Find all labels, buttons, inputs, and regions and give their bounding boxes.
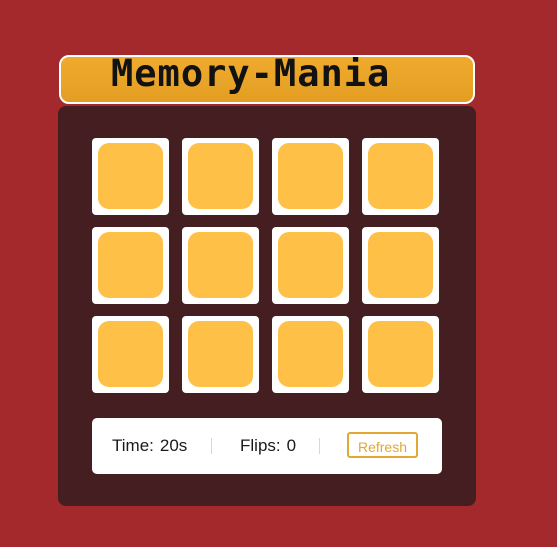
card-grid xyxy=(92,138,439,393)
card-back xyxy=(98,143,163,209)
flips-label: Flips: xyxy=(240,436,281,455)
card-back xyxy=(98,232,163,298)
title-banner: Memory-Mania xyxy=(59,55,475,104)
memory-card[interactable] xyxy=(182,316,259,393)
card-back xyxy=(188,143,253,209)
card-back xyxy=(278,232,343,298)
time-value: 20s xyxy=(159,436,188,455)
memory-card[interactable] xyxy=(92,316,169,393)
time-label: Time: xyxy=(112,436,154,455)
stats-bar: Time: 20s Flips: 0 Refresh xyxy=(92,418,442,474)
time-stat: Time: 20s xyxy=(112,437,187,455)
memory-card[interactable] xyxy=(362,316,439,393)
card-back xyxy=(368,143,433,209)
card-back xyxy=(188,321,253,387)
memory-card[interactable] xyxy=(272,316,349,393)
card-back xyxy=(278,321,343,387)
memory-card[interactable] xyxy=(362,227,439,304)
card-back xyxy=(98,321,163,387)
flips-stat: Flips: 0 xyxy=(240,437,296,455)
memory-card[interactable] xyxy=(92,138,169,215)
memory-card[interactable] xyxy=(272,227,349,304)
memory-card[interactable] xyxy=(272,138,349,215)
memory-card[interactable] xyxy=(182,227,259,304)
card-back xyxy=(188,232,253,298)
memory-card[interactable] xyxy=(182,138,259,215)
memory-card[interactable] xyxy=(92,227,169,304)
card-back xyxy=(368,232,433,298)
divider xyxy=(211,438,212,454)
game-title: Memory-Mania xyxy=(111,55,391,95)
game-board: Time: 20s Flips: 0 Refresh xyxy=(58,106,476,506)
refresh-button[interactable]: Refresh xyxy=(347,432,418,458)
card-back xyxy=(278,143,343,209)
memory-card[interactable] xyxy=(362,138,439,215)
flips-value: 0 xyxy=(286,436,297,455)
card-back xyxy=(368,321,433,387)
divider xyxy=(319,438,320,454)
